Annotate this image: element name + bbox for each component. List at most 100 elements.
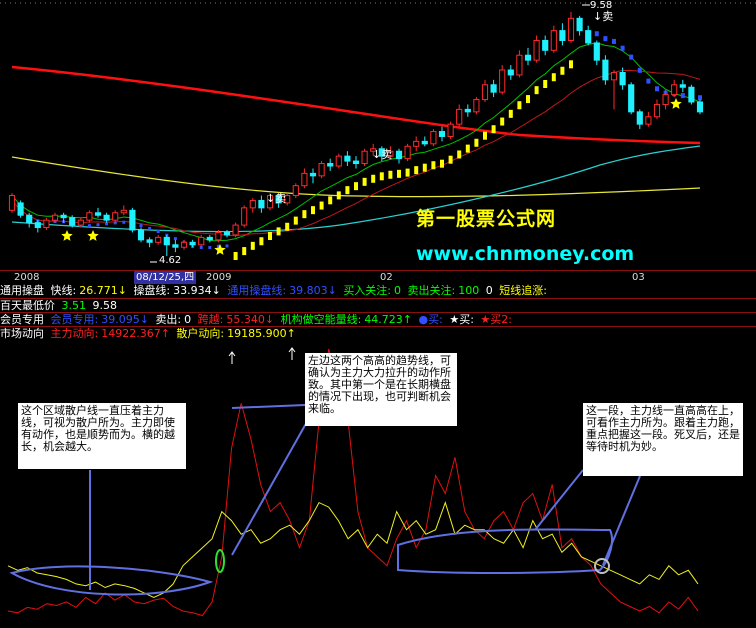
main-force-zone-pointer <box>534 469 584 531</box>
up-candle <box>662 94 669 105</box>
up-candle <box>456 108 463 125</box>
retail-value: 19185.900↑ <box>227 327 296 340</box>
date-axis: 2008 08/12/25,四 2009 02 03 <box>0 270 756 284</box>
down-candle <box>679 84 686 88</box>
blue-trend-dot <box>629 54 634 60</box>
down-candle <box>559 30 566 41</box>
indicator-name: 通用操盘 <box>0 284 44 297</box>
indicator-row-member: 会员专用 会员专用: 39.095↓ 卖出: 0 跨越: 55.340↓ 机构做空能量… <box>0 312 756 327</box>
yellow-trend-block <box>551 73 556 82</box>
down-candle <box>206 236 213 241</box>
down-candle <box>129 209 136 231</box>
yellow-trend-block <box>422 163 427 172</box>
blue-trend-dot <box>698 95 702 101</box>
up-candle <box>335 155 342 167</box>
down-candle <box>69 217 76 226</box>
yellow-trend-block <box>500 117 505 126</box>
yellow-trend-block <box>414 166 419 175</box>
inst-label: 机构做空能量线: <box>280 313 362 326</box>
date-tick: 02 <box>380 272 393 283</box>
retail-line <box>7 501 699 598</box>
main-force-zone-bracket <box>397 528 613 574</box>
yellow-trend-block <box>371 174 376 183</box>
jump-label: 跨越: <box>197 313 224 326</box>
yellow-trend-block <box>345 186 350 195</box>
yellow-trend-block <box>319 201 324 210</box>
main-force-value: 14922.367↑ <box>101 327 170 340</box>
fast-line-label: 快线: <box>50 284 77 297</box>
up-candle <box>292 185 299 197</box>
buy-star-icon <box>87 230 99 241</box>
up-candle <box>77 219 84 226</box>
yellow-trend-block <box>569 60 573 69</box>
member-value: 39.095↓ <box>101 313 149 326</box>
yellow-trend-block <box>362 177 367 186</box>
zero-value: 0 <box>485 284 493 297</box>
watermark-url: www.chnmoney.com <box>416 243 635 265</box>
buy-star-icon <box>670 98 682 109</box>
op-line-label: 操盘线: <box>133 284 171 297</box>
up-candle <box>361 150 368 165</box>
yellow-trend-block <box>397 169 401 178</box>
blue-trend-dot <box>96 223 100 227</box>
fast-line-value: 26.771↓ <box>79 284 127 297</box>
sell-attention-label: 卖出关注: <box>407 284 456 297</box>
up-candle <box>120 209 127 214</box>
up-candle <box>413 140 420 147</box>
yellow-trend-block <box>405 168 410 177</box>
low-value: 3.51 <box>61 299 87 312</box>
short-chase-label: 短线追涨: <box>499 284 547 297</box>
blue-trend-dot <box>612 38 616 44</box>
yellow-trend-block <box>543 80 548 88</box>
up-candle <box>645 116 652 125</box>
up-candle <box>241 207 248 226</box>
yellow-trend-block <box>354 182 358 191</box>
down-candle <box>438 131 446 137</box>
down-candle <box>576 17 583 32</box>
date-tick-cursor: 08/12/25,四 <box>134 271 197 284</box>
up-candle <box>155 236 162 243</box>
buy-attention-label: 买入关注: <box>343 284 392 297</box>
yellow-trend-block <box>328 196 333 205</box>
yellow-trend-block <box>259 237 264 246</box>
yellow-trend-block <box>440 159 444 168</box>
down-candle <box>602 59 609 81</box>
indicator-row-tongyong: 通用操盘 快线: 26.771↓ 操盘线: 33.934↓ 通用操盘线: 39.803… <box>0 284 756 298</box>
up-candle <box>301 172 308 187</box>
yellow-trend-block <box>336 191 341 200</box>
yellow-trend-block <box>431 161 436 170</box>
up-candle <box>86 212 93 221</box>
blue-trend-dot <box>148 226 152 230</box>
up-candle <box>567 17 575 41</box>
down-candle <box>34 222 41 229</box>
main-force-label: 主力动向: <box>50 327 99 340</box>
down-candle <box>524 54 532 61</box>
date-tick: 03 <box>632 272 645 283</box>
watermark-title: 第一股票公式网 <box>416 208 557 230</box>
candlestick-series <box>8 11 704 257</box>
yellow-trend-block <box>233 252 238 260</box>
up-candle <box>215 231 222 241</box>
yellow-trend-block <box>302 210 307 219</box>
yellow-trend-block <box>508 109 513 118</box>
blue-trend-dot <box>655 86 659 92</box>
yellow-trend-blocks <box>10 31 702 260</box>
up-candle <box>550 30 557 51</box>
blue-trend-dot <box>680 93 685 99</box>
golden-cross-circle <box>215 549 225 573</box>
blue-trend-dot <box>173 237 177 241</box>
down-candle <box>172 244 179 248</box>
up-candle <box>481 84 489 101</box>
spike-note-pointer-1 <box>231 404 306 409</box>
sell-signal-1: ↓卖 <box>266 192 287 205</box>
yellow-trend-block <box>517 101 522 110</box>
yellow-trend-block <box>311 206 315 215</box>
up-candle <box>430 131 437 145</box>
inst-value: 44.723↑ <box>364 313 413 326</box>
dot-buy-label: ●买: <box>418 313 443 326</box>
blue-trend-dot <box>594 31 599 37</box>
up-candle <box>447 123 454 137</box>
blue-trend-dot <box>139 224 143 228</box>
down-candle <box>542 39 549 51</box>
star-buy2-label: ★买2: <box>480 313 512 326</box>
